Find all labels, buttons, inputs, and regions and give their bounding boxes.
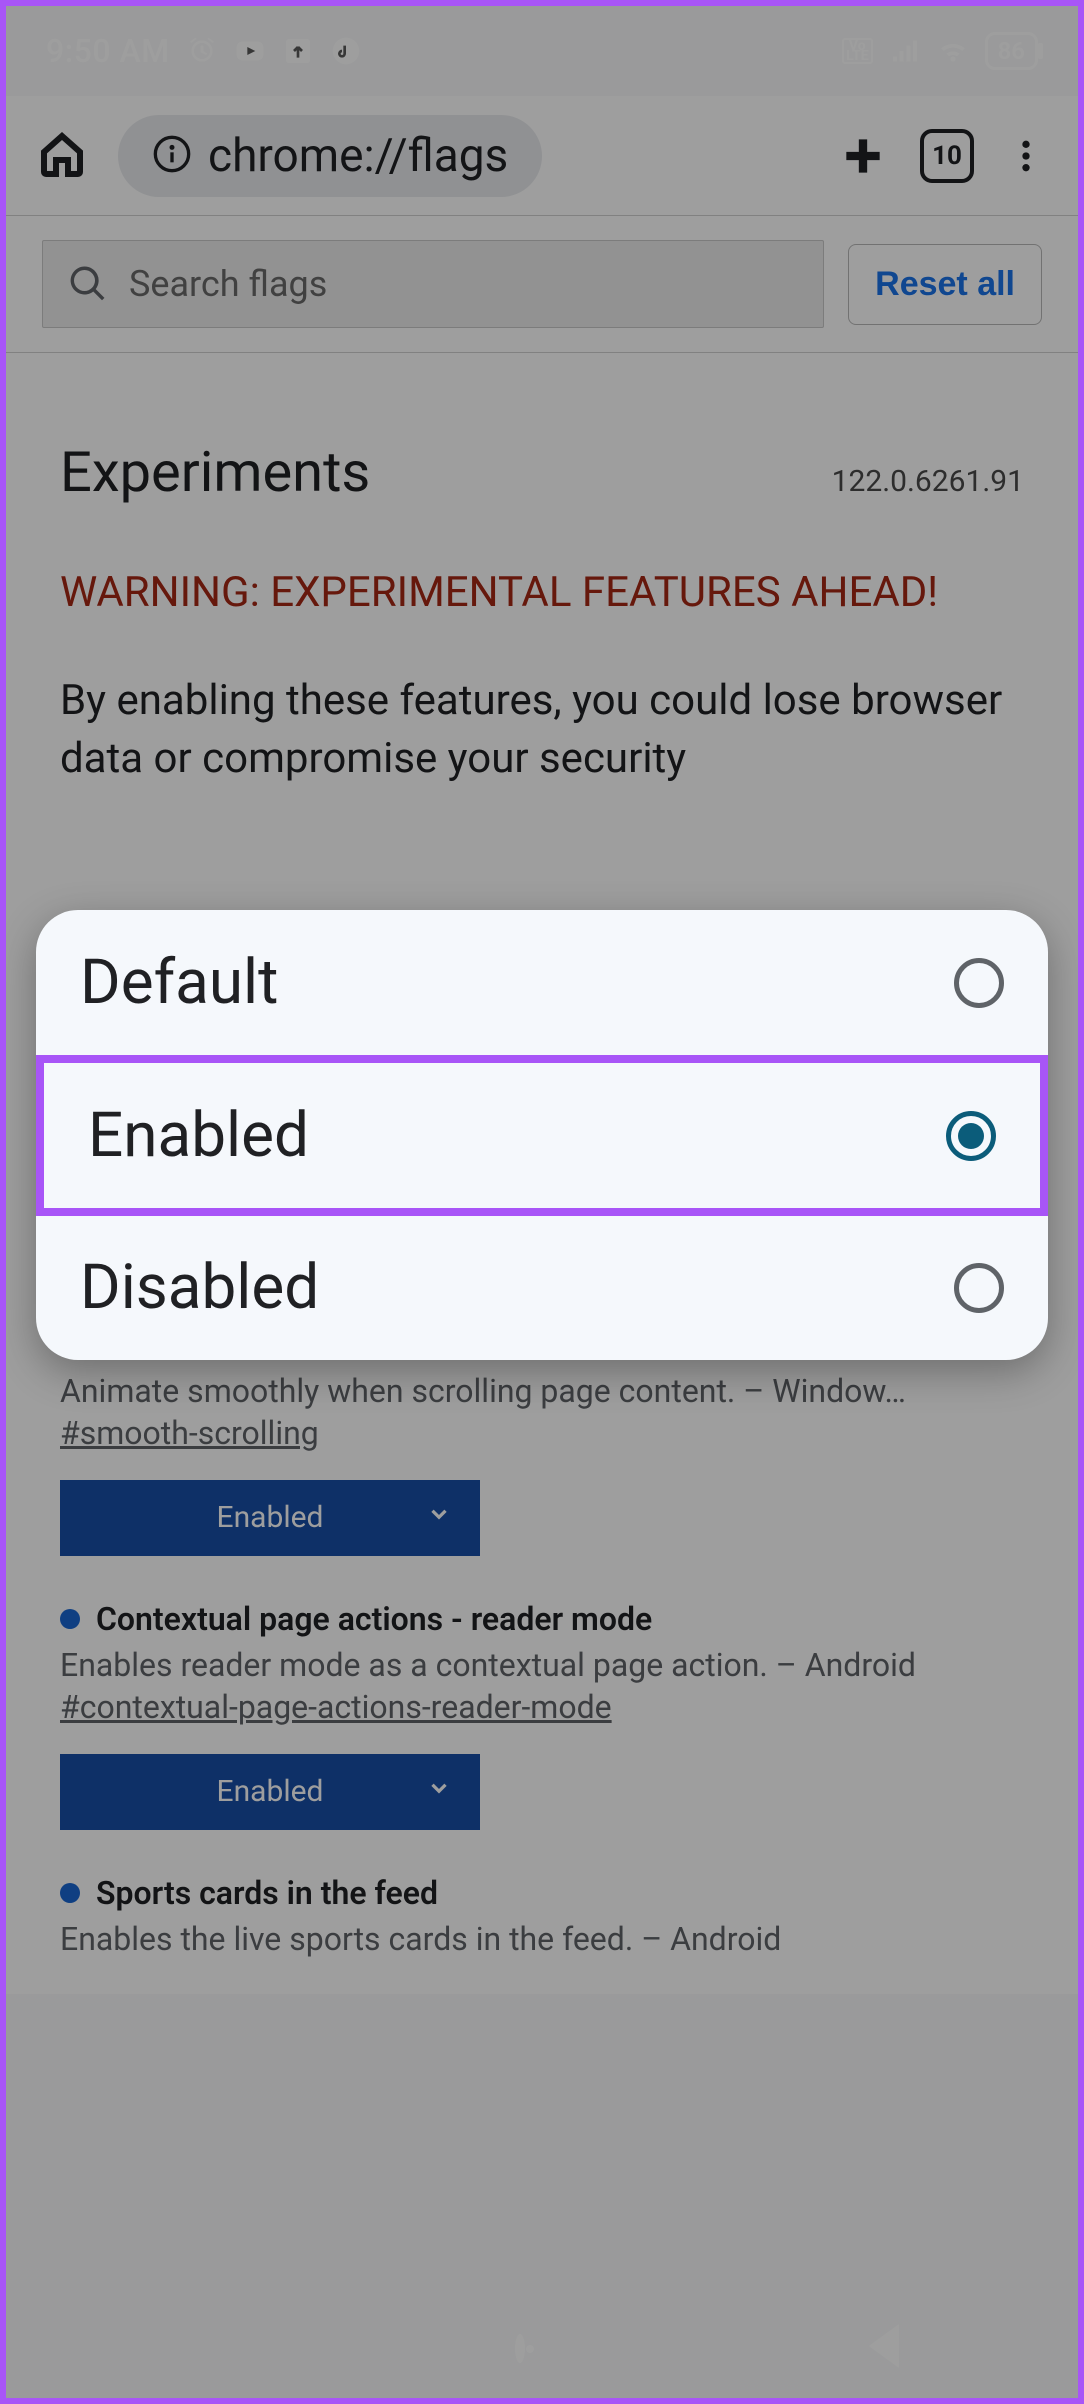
- flag-title: Sports cards in the feed: [96, 1874, 438, 1912]
- flag-hash-link[interactable]: #contextual-page-actions-reader-mode: [60, 1688, 612, 1726]
- flag-entry: Contextual page actions - reader mode En…: [60, 1600, 1024, 1830]
- flag-state-select[interactable]: Enabled: [60, 1754, 480, 1830]
- dialog-option-disabled[interactable]: Disabled: [36, 1215, 1048, 1360]
- flag-description: Enables reader mode as a contextual page…: [60, 1646, 1024, 1684]
- new-tab-button[interactable]: [838, 131, 888, 181]
- dialog-option-label: Enabled: [88, 1099, 309, 1172]
- upload-icon: [282, 35, 314, 67]
- experiments-heading: Experiments: [60, 439, 370, 505]
- status-time: 9:50 AM: [46, 32, 170, 70]
- browser-toolbar: chrome://flags 10: [6, 96, 1078, 216]
- volte-icon: VoLTE: [842, 38, 873, 64]
- dialog-option-enabled[interactable]: Enabled: [36, 1055, 1048, 1216]
- chrome-version: 122.0.6261.91: [832, 464, 1024, 499]
- warning-text: WARNING: EXPERIMENTAL FEATURES AHEAD!: [60, 565, 1024, 622]
- battery-percent: 86: [998, 37, 1025, 65]
- home-button[interactable]: [515, 2339, 525, 2358]
- tab-count: 10: [932, 141, 962, 171]
- radio-unselected-icon: [954, 958, 1004, 1008]
- modified-dot-icon: [60, 1883, 80, 1903]
- youtube-icon: [234, 35, 266, 67]
- radio-unselected-icon: [954, 1263, 1004, 1313]
- flag-hash-link[interactable]: #smooth-scrolling: [60, 1414, 319, 1452]
- dialog-option-label: Disabled: [80, 1251, 319, 1324]
- info-icon: [152, 134, 192, 178]
- flag-entry: Sports cards in the feed Enables the liv…: [60, 1874, 1024, 1958]
- search-icon: [67, 263, 109, 305]
- flag-state-dialog: Default Enabled Disabled: [36, 910, 1048, 1360]
- alarm-icon: [186, 35, 218, 67]
- flags-search-row: Search flags Reset all: [6, 216, 1078, 353]
- flag-entry: Animate smoothly when scrolling page con…: [60, 1372, 1024, 1556]
- chevron-down-icon: [426, 1500, 452, 1535]
- chevron-down-icon: [426, 1774, 452, 1809]
- music-icon: [330, 35, 362, 67]
- tab-switcher-button[interactable]: 10: [920, 129, 974, 183]
- warning-subtext: By enabling these features, you could lo…: [60, 672, 1024, 788]
- wifi-icon: [937, 35, 969, 67]
- back-button[interactable]: [864, 2324, 908, 2372]
- home-icon[interactable]: [38, 130, 86, 182]
- dialog-option-label: Default: [80, 946, 278, 1019]
- address-bar[interactable]: chrome://flags: [118, 115, 542, 197]
- search-flags-input[interactable]: Search flags: [42, 240, 824, 328]
- overflow-menu-icon[interactable]: [1006, 136, 1046, 176]
- flag-description: Enables the live sports cards in the fee…: [60, 1920, 1024, 1958]
- url-text: chrome://flags: [208, 129, 508, 183]
- reset-all-button[interactable]: Reset all: [848, 244, 1042, 325]
- status-bar: 9:50 AM VoLTE 86: [6, 6, 1078, 96]
- search-placeholder: Search flags: [129, 263, 327, 305]
- modified-dot-icon: [60, 1609, 80, 1629]
- flag-description: Animate smoothly when scrolling page con…: [60, 1372, 1024, 1410]
- system-navbar: [6, 2298, 1078, 2398]
- flag-state-select[interactable]: Enabled: [60, 1480, 480, 1556]
- flag-title: Contextual page actions - reader mode: [96, 1600, 652, 1638]
- signal-icon: [889, 35, 921, 67]
- battery-indicator: 86: [985, 32, 1038, 70]
- flag-state-value: Enabled: [217, 1500, 324, 1535]
- radio-selected-icon: [946, 1111, 996, 1161]
- flag-state-value: Enabled: [217, 1774, 324, 1809]
- dialog-option-default[interactable]: Default: [36, 910, 1048, 1056]
